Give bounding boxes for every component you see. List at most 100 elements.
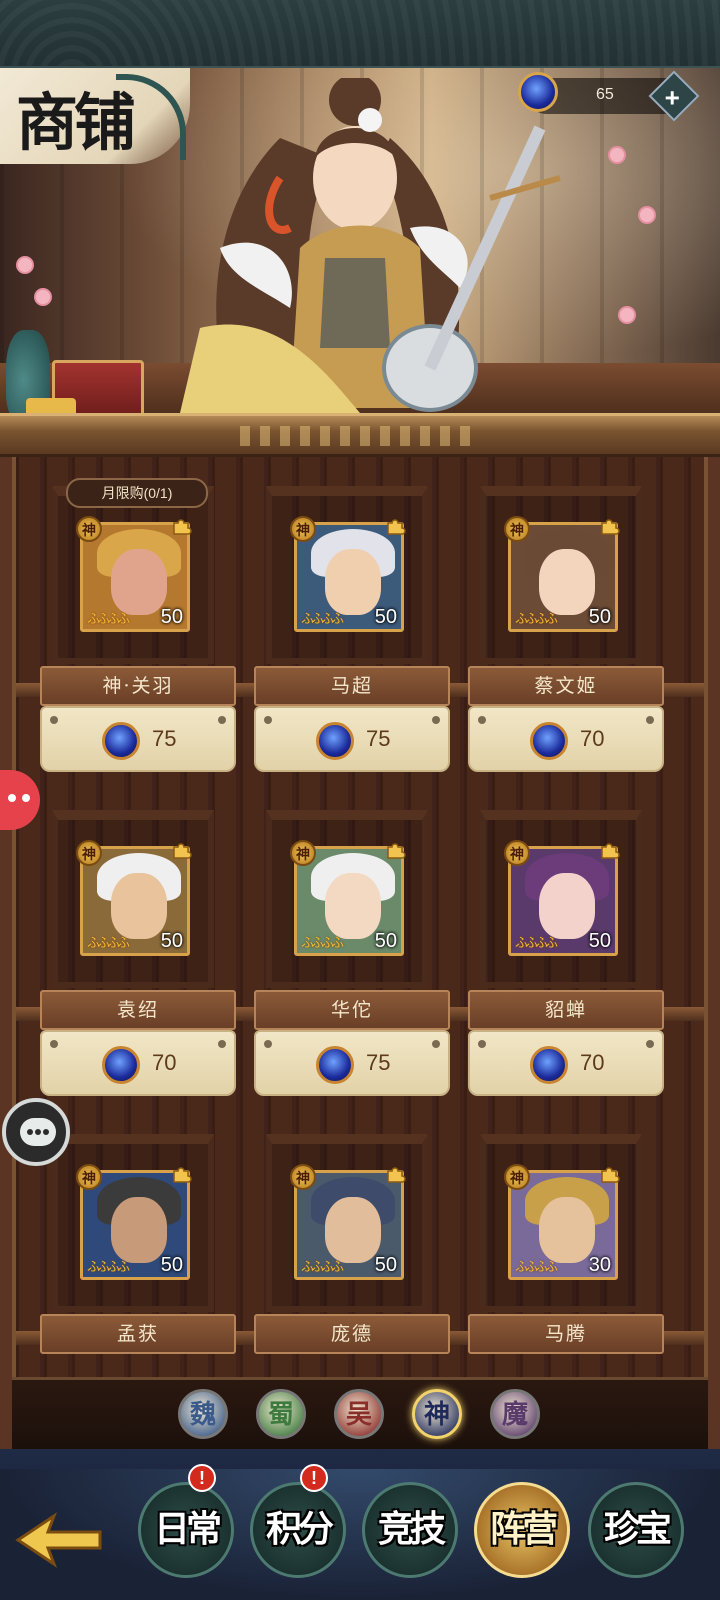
- gem-icon: [518, 72, 558, 112]
- top-status-strip: [0, 0, 720, 68]
- nav-arena-label: 竞技: [377, 1508, 446, 1550]
- puzzle-piece-icon: [170, 1162, 194, 1186]
- blossom-icon: [610, 148, 624, 162]
- nav-daily-label: 日常: [153, 1508, 222, 1550]
- shop-item-card[interactable]: 神ふふふふ 50 马超 75: [254, 486, 450, 776]
- puzzle-piece-icon: [384, 1162, 408, 1186]
- shop-item-card[interactable]: 月限购(0/1) 神ふふふふ 50 神·关羽 75: [40, 478, 236, 776]
- gem-icon: [530, 1046, 568, 1084]
- divine-badge-icon: 神: [504, 516, 530, 542]
- gold-ingot-icon: [26, 398, 76, 413]
- shopkeeper-illustration: [180, 78, 561, 413]
- nav-treasure-label: 珍宝: [603, 1508, 672, 1550]
- nav-camp-label: 阵营: [489, 1508, 558, 1550]
- buy-button[interactable]: 70: [468, 706, 664, 772]
- star-rank-icon: ふふふふ: [515, 612, 558, 627]
- gem-icon: [102, 722, 140, 760]
- divine-badge-icon: 神: [290, 516, 316, 542]
- star-rank-icon: ふふふふ: [515, 1260, 558, 1275]
- hero-name: 马超: [254, 666, 450, 706]
- shop-item-card[interactable]: 神ふふふふ 50 袁绍 70: [40, 810, 236, 1100]
- divine-badge-icon: 神: [290, 840, 316, 866]
- buy-button[interactable]: 70: [468, 1030, 664, 1096]
- price-value: 75: [366, 726, 391, 751]
- faction-tab-shu[interactable]: 蜀: [256, 1389, 306, 1439]
- gem-icon: [530, 722, 568, 760]
- puzzle-piece-icon: [598, 1162, 622, 1186]
- purchase-limit-label: 月限购(0/1): [66, 478, 208, 508]
- puzzle-piece-icon: [384, 838, 408, 862]
- hero-name: 孟获: [40, 1314, 236, 1354]
- blossom-icon: [620, 308, 634, 322]
- shard-count: 50: [160, 1254, 183, 1276]
- gem-icon: [316, 722, 354, 760]
- price-value: 75: [152, 726, 177, 751]
- nav-treasure[interactable]: 珍宝: [584, 1478, 688, 1582]
- star-rank-icon: ふふふふ: [301, 1260, 344, 1275]
- nav-points-label: 积分: [265, 1508, 334, 1550]
- shard-count: 30: [588, 1254, 611, 1276]
- currency-counter: 65 +: [518, 70, 700, 122]
- faction-tab-mo[interactable]: 魔: [490, 1389, 540, 1439]
- faction-tab-wei[interactable]: 魏: [178, 1389, 228, 1439]
- divine-badge-icon: 神: [290, 1164, 316, 1190]
- hero-name: 马腾: [468, 1314, 664, 1354]
- buy-button[interactable]: 70: [40, 1030, 236, 1096]
- shard-count: 50: [374, 930, 397, 952]
- star-rank-icon: ふふふふ: [301, 936, 344, 951]
- puzzle-piece-icon: [170, 838, 194, 862]
- shop-top-rail: [0, 413, 720, 457]
- hero-name: 袁绍: [40, 990, 236, 1030]
- alert-badge-icon: !: [300, 1464, 328, 1492]
- star-rank-icon: ふふふふ: [87, 936, 130, 951]
- puzzle-piece-icon: [598, 838, 622, 862]
- price-value: 70: [152, 1050, 177, 1075]
- hero-name: 庞德: [254, 1314, 450, 1354]
- shop-item-card[interactable]: 神ふふふふ 50 华佗 75: [254, 810, 450, 1100]
- alert-badge-icon: !: [188, 1464, 216, 1492]
- puzzle-piece-icon: [598, 514, 622, 538]
- star-rank-icon: ふふふふ: [515, 936, 558, 951]
- blossom-icon: [18, 258, 32, 272]
- buy-button[interactable]: 75: [254, 1030, 450, 1096]
- shard-count: 50: [160, 930, 183, 952]
- chat-button[interactable]: [2, 1098, 70, 1166]
- back-arrow-icon[interactable]: [14, 1510, 104, 1570]
- star-rank-icon: ふふふふ: [301, 612, 344, 627]
- shard-count: 50: [374, 606, 397, 628]
- divine-badge-icon: 神: [76, 840, 102, 866]
- price-value: 75: [366, 1050, 391, 1075]
- plus-icon: +: [664, 82, 680, 113]
- buy-button[interactable]: 75: [40, 706, 236, 772]
- nav-points[interactable]: 积分 !: [246, 1464, 350, 1582]
- nav-daily[interactable]: 日常 !: [134, 1464, 238, 1582]
- blossom-icon: [36, 290, 50, 304]
- buy-button[interactable]: 75: [254, 706, 450, 772]
- shard-count: 50: [160, 606, 183, 628]
- shard-count: 50: [588, 930, 611, 952]
- faction-tab-shen[interactable]: 神: [412, 1389, 462, 1439]
- star-rank-icon: ふふふふ: [87, 612, 130, 627]
- faction-tab-wu[interactable]: 吴: [334, 1389, 384, 1439]
- chat-bubble-icon: [20, 1118, 56, 1146]
- divine-badge-icon: 神: [504, 840, 530, 866]
- gem-icon: [316, 1046, 354, 1084]
- puzzle-piece-icon: [384, 514, 408, 538]
- price-value: 70: [580, 726, 605, 751]
- hero-name: 神·关羽: [40, 666, 236, 706]
- nav-arena[interactable]: 竞技: [358, 1478, 462, 1582]
- price-value: 70: [580, 1050, 605, 1075]
- page-title: 商铺: [16, 86, 136, 159]
- divine-badge-icon: 神: [76, 516, 102, 542]
- hero-name: 蔡文姬: [468, 666, 664, 706]
- divine-badge-icon: 神: [76, 1164, 102, 1190]
- shop-item-card[interactable]: 神ふふふふ 50 貂蝉 70: [468, 810, 664, 1100]
- gem-icon: [102, 1046, 140, 1084]
- shard-count: 50: [374, 1254, 397, 1276]
- blossom-icon: [640, 208, 654, 222]
- currency-amount: 65: [596, 86, 614, 103]
- shop-item-card[interactable]: 神ふふふふ 50 蔡文姬 70: [468, 486, 664, 776]
- hero-name: 华佗: [254, 990, 450, 1030]
- nav-camp[interactable]: 阵营: [470, 1478, 574, 1582]
- divine-badge-icon: 神: [504, 1164, 530, 1190]
